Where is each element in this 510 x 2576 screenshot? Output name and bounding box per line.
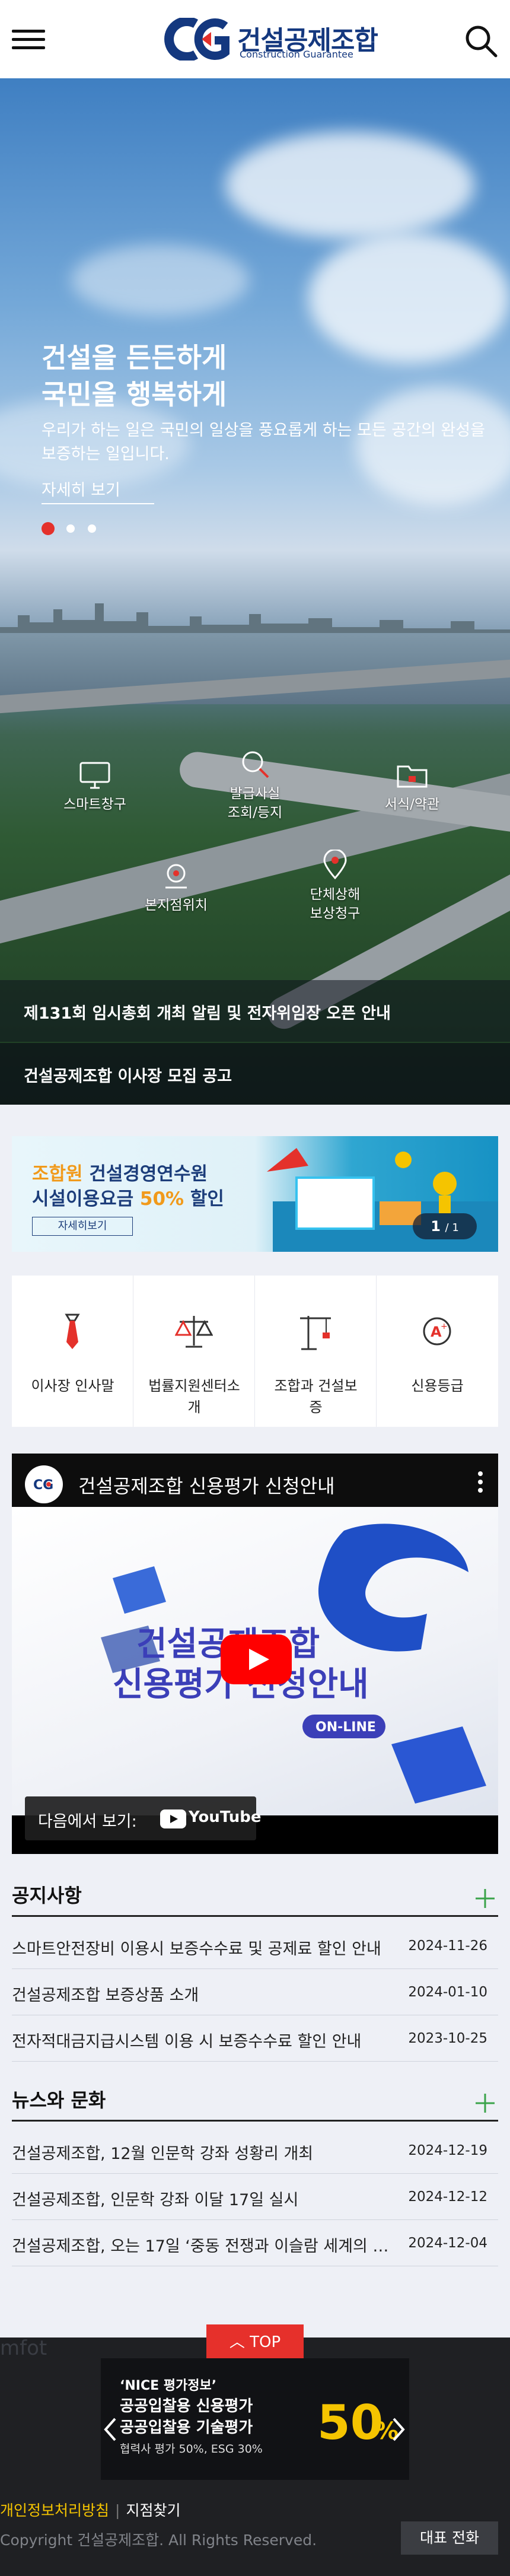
news-row[interactable]: 건설공제조합, 인문학 강좌 이달 17일 실시 2024-12-12: [12, 2174, 498, 2220]
scroll-top-button[interactable]: ︿ TOP: [206, 2324, 304, 2360]
video-title[interactable]: 건설공제조합 신용평가 신청안내: [78, 1471, 335, 1499]
footer-banner-prev-icon[interactable]: [100, 2412, 121, 2447]
quick-link-branch-location[interactable]: 본지점위치: [126, 861, 227, 915]
quick-menu-grid: 이사장 인사말 법률지원센터소 개 조합과 건설보 증 A + 신용등급: [12, 1276, 498, 1427]
crane-icon: [300, 1316, 331, 1350]
tie-icon: [65, 1314, 80, 1349]
search-doc-icon: [242, 751, 269, 778]
site-header: 건설공제조합 Construction Guarantee: [0, 0, 510, 78]
video-header: CG • 건설공제조합 신용평가 신청안내: [12, 1454, 498, 1507]
notice-section-rule: [12, 1915, 498, 1917]
footer-banner-next-icon[interactable]: [388, 2412, 409, 2447]
notice-more-plus-icon[interactable]: [474, 1888, 496, 1909]
hero-slider: 건설을 든든하게 국민을 행복하게 우리가 하는 일은 국민의 일상을 풍요롭게…: [0, 78, 510, 1105]
youtube-wordmark: YouTube: [189, 1808, 262, 1826]
hero-notice-2[interactable]: 건설공제조합 이사장 모집 공고: [0, 1043, 510, 1105]
slide-dot-1[interactable]: [42, 522, 55, 535]
notice-row[interactable]: 스마트안전장비 이용시 보증수수료 및 공제료 할인 안내 2024-11-26: [12, 1923, 498, 1969]
slide-dot-3[interactable]: [88, 524, 96, 533]
quick-link-issue-check[interactable]: 발급사실 조회/등지: [205, 749, 305, 822]
quick-link-group-claim[interactable]: 단체상해 보상청구: [285, 850, 385, 923]
youtube-logo-icon: [160, 1809, 186, 1828]
location-icon: [165, 864, 187, 889]
slide-dot-2[interactable]: [66, 524, 75, 533]
chevron-up-icon: ︿: [229, 2333, 250, 2351]
menu-box-legal-center[interactable]: 법률지원센터소 개: [133, 1276, 255, 1427]
footer-links: 개인정보처리방침 | 지점찾기: [0, 2502, 181, 2519]
hero-more-underline: [42, 503, 154, 504]
play-button-icon[interactable]: [221, 1634, 292, 1684]
banner-detail-button[interactable]: 자세히보기: [32, 1217, 133, 1236]
news-more-plus-icon[interactable]: [474, 2092, 496, 2114]
privacy-policy-link[interactable]: 개인정보처리방침: [0, 2502, 109, 2519]
banner-line1: 조합원 건설경영연수원: [32, 1163, 208, 1185]
news-row[interactable]: 건설공제조합, 오는 17일 ‘중동 전쟁과 이슬람 세계의 이해’ 강좌 20…: [12, 2220, 498, 2266]
hero-title: 건설을 든든하게 국민을 행복하게: [42, 342, 227, 411]
menu-box-union-guarantee[interactable]: 조합과 건설보 증: [255, 1276, 377, 1427]
scale-icon: [175, 1316, 213, 1348]
news-section-rule: [12, 2120, 498, 2122]
footer-ghost-text: mfot: [0, 2336, 47, 2360]
svg-text:ON-LINE: ON-LINE: [315, 1720, 376, 1735]
menu-box-credit-grade[interactable]: A + 신용등급: [377, 1276, 498, 1427]
notice-row[interactable]: 전자적대금지급시스템 이용 시 보증수수료 할인 안내 2023-10-25: [12, 2015, 498, 2062]
notice-row[interactable]: 건설공제조합 보증상품 소개 2024-01-10: [12, 1969, 498, 2015]
video-thumbnail[interactable]: 건설공제조합 신용평가 신청안내 ON-LINE: [12, 1507, 498, 1815]
svg-text:+: +: [441, 1322, 448, 1331]
promo-banner[interactable]: 조합원 건설경영연수원 시설이용요금 50% 할인 자세히보기 1 / 1: [12, 1136, 498, 1252]
hero-notice-1[interactable]: 제131회 임시총회 개최 알림 및 전자위임장 오픈 안내: [0, 980, 510, 1042]
banner-pagination: 1 / 1: [413, 1213, 477, 1239]
map-pin-icon: [323, 850, 347, 880]
hero-description: 우리가 하는 일은 국민의 일상을 풍요롭게 하는 모든 공간의 완성을 보증하…: [42, 421, 485, 463]
copyright-text: Copyright 건설공제조합. All Rights Reserved.: [0, 2532, 317, 2549]
svg-text:•: •: [44, 1478, 53, 1493]
cg-channel-logo-icon: CG •: [33, 1478, 53, 1493]
youtube-video-embed[interactable]: CG • 건설공제조합 신용평가 신청안내 건설공제조합 신용평가 신청안내 O…: [12, 1454, 498, 1854]
folder-icon: [397, 765, 428, 788]
grade-badge-icon: A +: [423, 1317, 451, 1346]
more-options-icon[interactable]: [474, 1469, 486, 1495]
site-logo[interactable]: 건설공제조합 Construction Guarantee: [160, 17, 378, 62]
quick-link-smart-window[interactable]: 스마트창구: [44, 761, 145, 814]
hero-more-link[interactable]: 자세히 보기: [42, 477, 120, 500]
news-row[interactable]: 건설공제조합, 12월 인문학 강좌 성황리 개최 2024-12-19: [12, 2127, 498, 2174]
monitor-icon: [79, 762, 110, 789]
footer-partner-banner[interactable]: ‘NICE 평가정보’ 공공입찰용 신용평가 공공입찰용 기술평가 협력사 평가…: [101, 2358, 409, 2480]
menu-box-ceo-greeting[interactable]: 이사장 인사말: [12, 1276, 133, 1427]
hamburger-menu-icon[interactable]: [12, 27, 45, 52]
main-phone-button[interactable]: 대표 전화: [401, 2521, 498, 2555]
branch-finder-link[interactable]: 지점찾기: [126, 2502, 180, 2519]
watch-on-youtube-button[interactable]: 다음에서 보기: YouTube: [25, 1796, 261, 1840]
search-icon[interactable]: [464, 24, 498, 58]
logo-subtitle: Construction Guarantee: [240, 49, 353, 60]
quick-link-forms[interactable]: 서식/약관: [362, 761, 463, 814]
channel-avatar[interactable]: CG •: [25, 1465, 63, 1503]
banner-line2: 시설이용요금 50% 할인: [32, 1188, 224, 1210]
news-section-title: 뉴스와 문화: [12, 2089, 106, 2111]
cg-logo-mark-icon: [164, 18, 230, 61]
notice-section-title: 공지사항: [12, 1884, 82, 1907]
